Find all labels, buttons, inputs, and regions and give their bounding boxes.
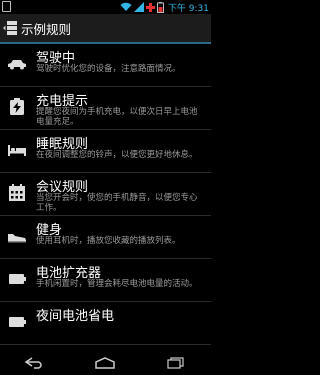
action-bar: 示例规则 xyxy=(0,14,211,44)
rule-item-night-battery-saver[interactable]: 夜间电池省电 xyxy=(0,302,211,345)
bed-icon xyxy=(8,145,26,156)
rule-item-sleep[interactable]: 睡眠规则 在夜间调整您的铃声，以便您更好地休息。 xyxy=(0,130,211,173)
rule-description: 使用耳机时，播放您收藏的播放列表。 xyxy=(36,236,181,246)
rule-title: 夜间电池省电 xyxy=(36,309,115,324)
battery-status-icon xyxy=(156,1,164,13)
back-icon[interactable] xyxy=(24,356,46,369)
battery-icon xyxy=(9,274,26,284)
car-icon xyxy=(8,60,26,70)
home-icon[interactable] xyxy=(94,356,116,369)
status-bar: 下午 9:31 xyxy=(0,0,211,14)
rule-description: 手机闲置时，管理会耗尽电池电量的活动。 xyxy=(36,279,198,289)
calendar-icon xyxy=(9,184,25,201)
charging-icon xyxy=(10,98,24,115)
settings-app-icon[interactable] xyxy=(3,20,17,36)
rule-item-battery-extender[interactable]: 电池扩充器 手机闲置时，管理会耗尽电池电量的活动。 xyxy=(0,259,211,302)
rule-description: 在夜间调整您的铃声，以便您更好地休息。 xyxy=(36,150,198,160)
navigation-bar xyxy=(0,350,211,375)
status-time: 下午 9:31 xyxy=(167,3,209,14)
rule-description: 提醒您夜间为手机充电，以便次日早上电池电量充足。 xyxy=(36,107,198,127)
rule-list: 驾驶中 驾驶时优化您的设备，注意路面情况。 充电提示 提醒您夜间为手机充电，以便… xyxy=(0,44,211,345)
battery-icon xyxy=(9,317,26,327)
status-icons: 下午 9:31 xyxy=(120,0,209,14)
signal-icon xyxy=(133,2,144,12)
rule-item-fitness[interactable]: 健身 使用耳机时，播放您收藏的播放列表。 xyxy=(0,216,211,259)
rule-item-meeting[interactable]: 会议规则 当您开会时，使您的手机静音，以便您专心工作。 xyxy=(0,173,211,216)
page-title: 示例规则 xyxy=(21,22,72,37)
rule-description: 驾驶时优化您的设备，注意路面情况。 xyxy=(36,64,181,74)
rule-item-charging[interactable]: 充电提示 提醒您夜间为手机充电，以便次日早上电池电量充足。 xyxy=(0,87,211,130)
medical-cross-icon xyxy=(145,2,155,12)
rule-item-driving[interactable]: 驾驶中 驾驶时优化您的设备，注意路面情况。 xyxy=(0,44,211,87)
rule-description: 当您开会时，使您的手机静音，以便您专心工作。 xyxy=(36,193,198,213)
wifi-icon xyxy=(120,2,132,11)
sneaker-icon xyxy=(8,234,26,243)
recent-apps-icon[interactable] xyxy=(165,356,187,369)
sd-card-icon xyxy=(2,1,11,12)
